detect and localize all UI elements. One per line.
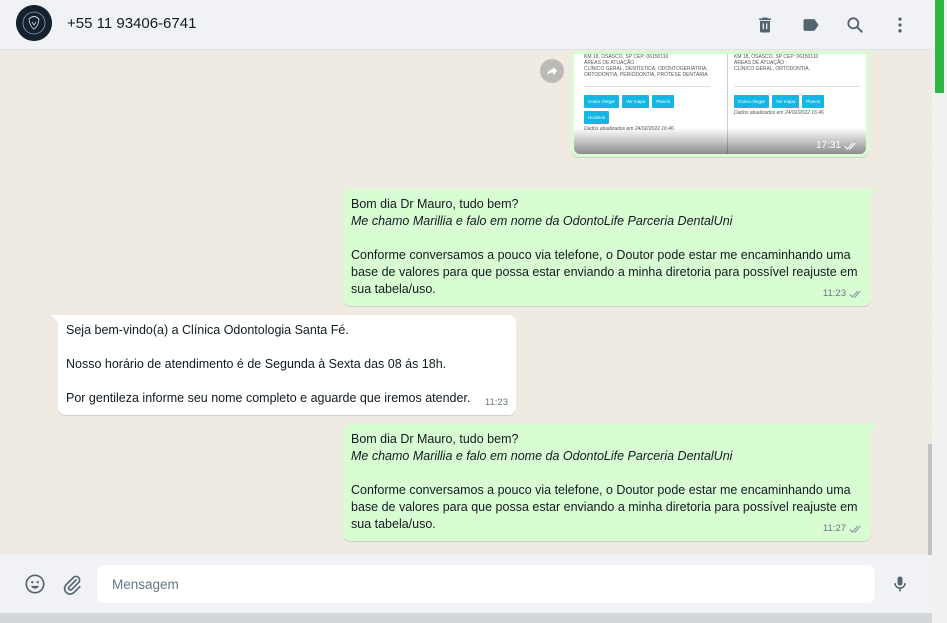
message-time: 17:31 — [815, 140, 841, 151]
contact-name[interactable]: +55 11 93406-6741 — [67, 15, 196, 32]
image-button: Planos — [802, 95, 825, 108]
message-input[interactable] — [97, 565, 875, 603]
image-button: Planos — [652, 95, 675, 108]
menu-icon[interactable] — [888, 13, 912, 37]
double-check-icon — [849, 290, 861, 298]
chat-header: +55 11 93406-6741 — [0, 0, 932, 50]
compose-bar — [0, 555, 932, 613]
image-buttons: Como chegar Ver mapa Planos — [734, 95, 844, 108]
image-text: ORTODONTIA, PERIODONTIA, PRÓTESE DENTÁRI… — [584, 72, 708, 78]
message-meta: 17:31 — [816, 140, 858, 151]
label-icon[interactable] — [799, 13, 823, 37]
attach-icon[interactable] — [60, 572, 84, 596]
image-button: Como chegar — [734, 95, 770, 108]
message-meta: 11:23 — [485, 394, 508, 411]
mic-icon[interactable] — [888, 572, 912, 596]
message-text: Conforme conversamos a pouco via telefon… — [351, 248, 858, 296]
message-text: Bom dia Dr Mauro, tudo bem? — [351, 432, 519, 446]
image-button: Horários — [584, 111, 610, 124]
avatar[interactable] — [16, 5, 52, 41]
message-time: 11:23 — [822, 288, 846, 299]
message-text: Me chamo Marillia e falo em nome da Odon… — [351, 214, 733, 228]
image-divider — [734, 86, 860, 87]
scrollbar-thumb[interactable] — [935, 0, 944, 93]
window-scrollbar[interactable] — [932, 0, 947, 623]
message-text: Conforme conversamos a pouco via telefon… — [351, 483, 858, 531]
image-preview[interactable]: KM 18, OSASCO, SP CEP: 06150110 ÁREAS DE… — [574, 54, 866, 154]
message-time: 11:23 — [484, 397, 508, 408]
message-time: 11:27 — [822, 523, 846, 534]
double-check-icon — [844, 142, 856, 150]
image-button: Ver mapa — [772, 95, 800, 108]
chat-area[interactable]: KM 18, OSASCO, SP CEP: 06150110 ÁREAS DE… — [0, 51, 932, 555]
image-divider — [584, 86, 710, 87]
emoji-icon[interactable] — [23, 572, 47, 596]
forward-icon[interactable] — [540, 59, 564, 83]
window-bottom-edge — [0, 613, 932, 623]
image-button: Ver mapa — [622, 95, 650, 108]
message-meta: 11:23 — [823, 285, 863, 302]
image-button: Como chegar — [584, 95, 620, 108]
delete-icon[interactable] — [753, 13, 777, 37]
message-text: Bom dia Dr Mauro, tudo bem? — [351, 197, 519, 211]
message-meta: 11:27 — [823, 520, 863, 537]
incoming-message[interactable]: Seja bem-vindo(a) a Clínica Odontologia … — [51, 315, 516, 415]
message-text: Seja bem-vindo(a) a Clínica Odontologia … — [66, 323, 349, 337]
search-icon[interactable] — [843, 13, 867, 37]
double-check-icon — [849, 525, 861, 533]
outgoing-message[interactable]: Bom dia Dr Mauro, tudo bem? Me chamo Mar… — [343, 189, 878, 306]
image-text: Dados atualizados em 24/02/2022 16:46 — [734, 110, 824, 116]
message-text: Por gentileza informe seu nome completo … — [66, 391, 471, 405]
image-message[interactable]: KM 18, OSASCO, SP CEP: 06150110 ÁREAS DE… — [571, 51, 869, 157]
image-text: CLÍNICO GERAL, ORTODONTIA. — [734, 66, 810, 72]
avatar-logo-icon — [16, 5, 52, 41]
message-text: Me chamo Marillia e falo em nome da Odon… — [351, 449, 733, 463]
message-text: Nosso horário de atendimento é de Segund… — [66, 357, 447, 371]
outgoing-message[interactable]: Bom dia Dr Mauro, tudo bem? Me chamo Mar… — [343, 424, 878, 541]
image-buttons: Como chegar Ver mapa Planos Horários — [584, 95, 694, 124]
